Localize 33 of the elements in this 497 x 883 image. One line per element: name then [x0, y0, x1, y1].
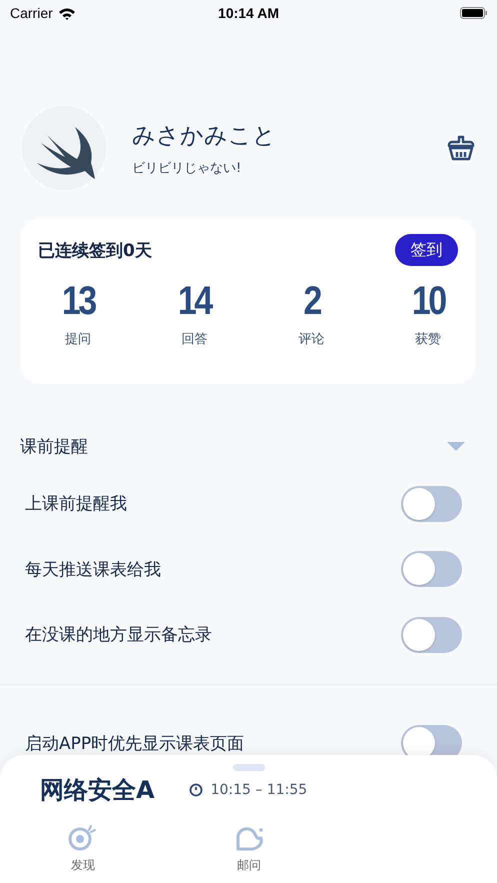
setting-label: 上课前提醒我 [25, 493, 127, 516]
tab-item[interactable]: 邮问 [166, 824, 332, 874]
stat-label: 回答 [182, 331, 208, 348]
wifi-icon [58, 6, 76, 20]
checkin-streak: 已连续签到0天 [38, 240, 152, 262]
drag-handle[interactable] [233, 764, 265, 771]
stat-count: 10 [412, 278, 444, 324]
carrier-name: Carrier [10, 5, 53, 21]
toggle-switch[interactable] [401, 551, 462, 588]
course-time: 10:15 – 11:55 [210, 782, 308, 798]
stat-label: 提问 [65, 331, 91, 348]
course-name: 网络安全A [40, 775, 155, 806]
clock-icon [188, 783, 203, 797]
stat-label: 评论 [298, 331, 324, 348]
checkin-button[interactable]: 签到 [395, 234, 458, 266]
setting-label: 在没课的地方显示备忘录 [25, 624, 212, 646]
setting-label: 每天推送课表给我 [25, 558, 161, 581]
stat-count: 13 [62, 278, 94, 324]
tab-item[interactable]: 发现 [0, 824, 166, 874]
clock-time: 10:14 AM [218, 5, 279, 21]
bottom-sheet[interactable]: 网络安全A 10:15 – 11:55 发现 邮问 [0, 755, 497, 883]
toggle-switch[interactable] [401, 616, 462, 653]
battery-icon [460, 7, 488, 19]
brush-button[interactable] [447, 134, 475, 162]
collapse-arrow-icon[interactable] [447, 442, 465, 450]
stat-count: 2 [303, 278, 320, 324]
section-title: 课前提醒 [20, 436, 88, 458]
setting-label: 启动APP时优先显示课表页面 [25, 732, 244, 755]
user-motto: ビリビリじゃない! [132, 160, 242, 176]
user-name: みさかみこと [132, 122, 277, 150]
toggle-switch[interactable] [401, 486, 462, 522]
stat-label: 获赞 [414, 331, 441, 348]
stat-count: 14 [178, 278, 212, 324]
